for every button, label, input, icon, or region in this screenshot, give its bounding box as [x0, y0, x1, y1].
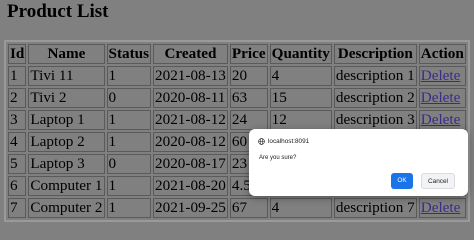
header-status: Status — [106, 44, 152, 64]
cell-status: 0 — [106, 88, 152, 108]
cell-description: description 2 — [333, 88, 417, 108]
cell-name: Laptop 2 — [28, 132, 105, 152]
cell-description: description 1 — [333, 66, 417, 86]
cell-id: 6 — [8, 176, 27, 196]
delete-link[interactable]: Delete — [421, 89, 461, 106]
table-row: 2 Tivi 2 0 2020-08-11 63 15 description … — [8, 88, 466, 108]
cell-name: Laptop 3 — [28, 154, 105, 174]
cell-id: 2 — [8, 88, 27, 108]
cell-created: 2021-08-12 — [153, 110, 228, 130]
cell-price: 20 — [229, 66, 268, 86]
cell-status: 1 — [106, 132, 152, 152]
cell-action: Delete — [418, 110, 466, 130]
cell-price: 67 — [229, 198, 268, 218]
cell-created: 2021-09-25 — [153, 198, 228, 218]
cell-created: 2021-08-20 — [153, 176, 228, 196]
header-created: Created — [153, 44, 228, 64]
cell-name: Computer 2 — [28, 198, 105, 218]
cell-created: 2020-08-11 — [153, 88, 228, 108]
cell-status: 0 — [106, 154, 152, 174]
cell-name: Tivi 11 — [28, 66, 105, 86]
globe-icon — [258, 138, 265, 145]
header-id: Id — [8, 44, 27, 64]
cell-quantity: 4 — [269, 66, 332, 86]
ok-button[interactable]: OK — [391, 173, 413, 189]
cell-name: Tivi 2 — [28, 88, 105, 108]
dialog-origin-text: localhost:8091 — [268, 138, 310, 145]
page-title: Product List — [7, 1, 109, 22]
header-quantity: Quantity — [269, 44, 332, 64]
dialog-origin: localhost:8091 — [258, 137, 309, 146]
cell-created: 2020-08-12 — [153, 132, 228, 152]
cell-id: 5 — [8, 154, 27, 174]
cell-description: description 3 — [333, 110, 417, 130]
cell-created: 2020-08-17 — [153, 154, 228, 174]
cell-created: 2021-08-13 — [153, 66, 228, 86]
cell-status: 1 — [106, 66, 152, 86]
delete-link[interactable]: Delete — [421, 199, 461, 216]
cancel-button[interactable]: Cancel — [421, 173, 455, 189]
table-row: 7 Computer 2 1 2021-09-25 67 4 descripti… — [8, 198, 466, 218]
cell-action: Delete — [418, 66, 466, 86]
cell-status: 1 — [106, 176, 152, 196]
header-price: Price — [229, 44, 268, 64]
header-action: Action — [418, 44, 466, 64]
table-row: 1 Tivi 11 1 2021-08-13 20 4 description … — [8, 66, 466, 86]
header-description: Description — [333, 44, 417, 64]
cell-id: 7 — [8, 198, 27, 218]
cell-id: 4 — [8, 132, 27, 152]
cell-price: 63 — [229, 88, 268, 108]
table-header-row: Id Name Status Created Price Quantity De… — [8, 44, 466, 64]
cell-price: 24 — [229, 110, 268, 130]
cell-name: Laptop 1 — [28, 110, 105, 130]
confirm-dialog: localhost:8091 Are you sure? OK Cancel — [249, 129, 468, 196]
cell-action: Delete — [418, 198, 466, 218]
delete-link[interactable]: Delete — [421, 67, 461, 84]
cell-status: 1 — [106, 110, 152, 130]
delete-link[interactable]: Delete — [421, 111, 461, 128]
cell-description: description 7 — [333, 198, 417, 218]
cell-id: 3 — [8, 110, 27, 130]
table-row: 3 Laptop 1 1 2021-08-12 24 12 descriptio… — [8, 110, 466, 130]
header-name: Name — [28, 44, 105, 64]
cell-quantity: 15 — [269, 88, 332, 108]
cell-quantity: 12 — [269, 110, 332, 130]
cell-action: Delete — [418, 88, 466, 108]
cell-name: Computer 1 — [28, 176, 105, 196]
cell-id: 1 — [8, 66, 27, 86]
dialog-message: Are you sure? — [259, 155, 297, 161]
cell-quantity: 4 — [269, 198, 332, 218]
cell-status: 1 — [106, 198, 152, 218]
